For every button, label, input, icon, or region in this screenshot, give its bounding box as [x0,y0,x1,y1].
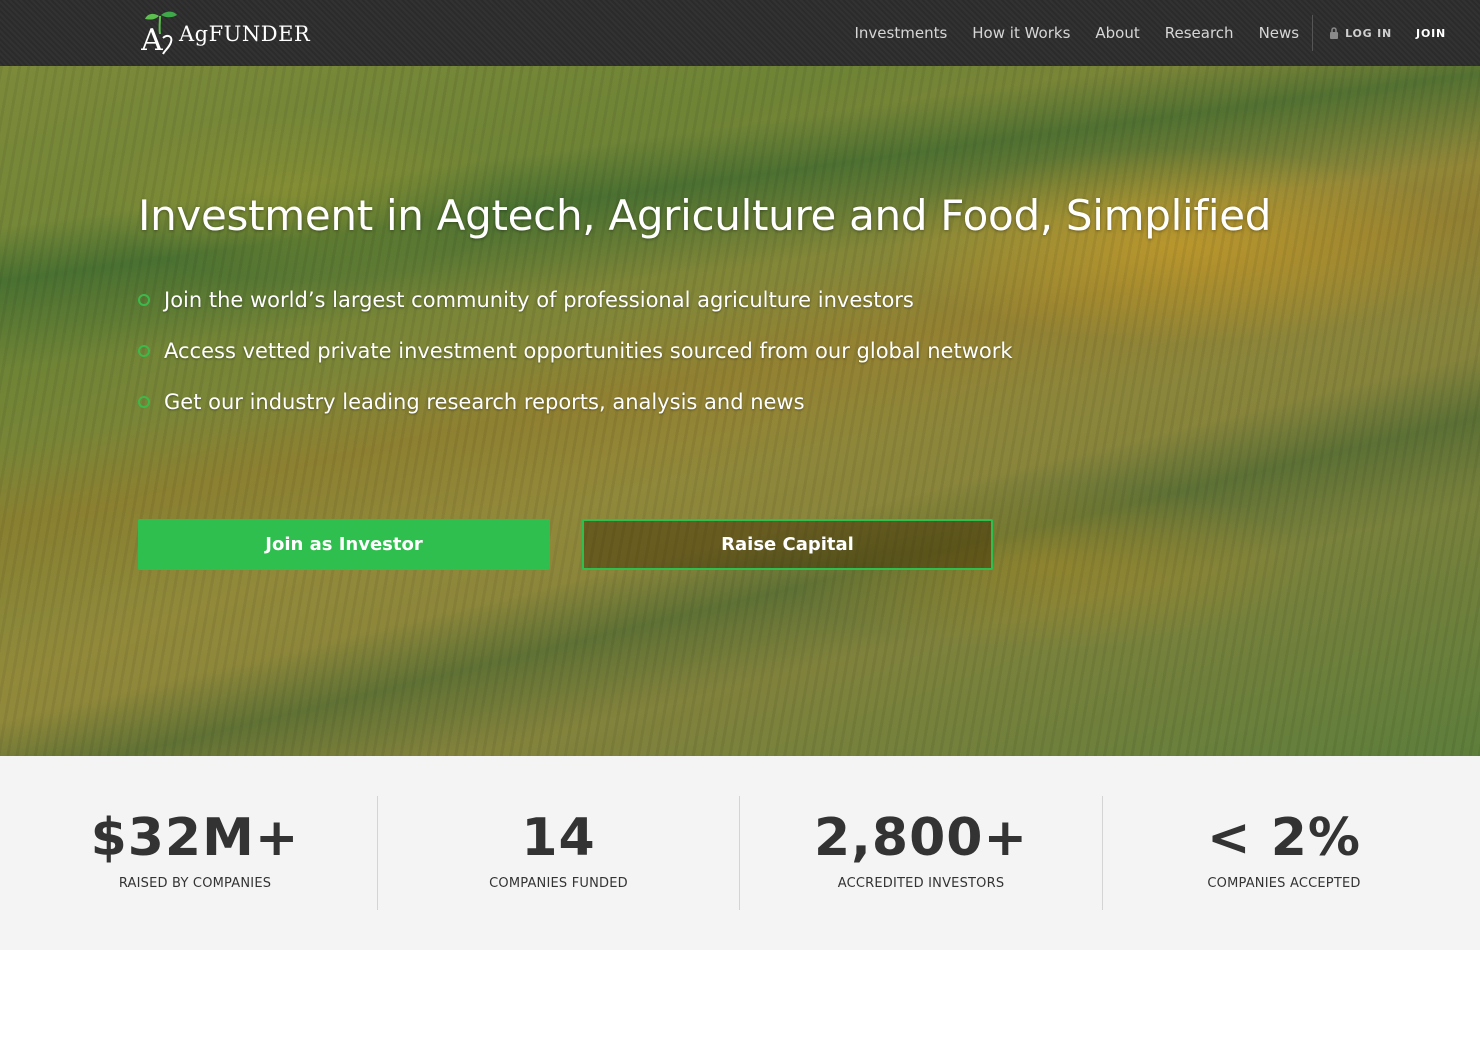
join-link[interactable]: JOIN [1416,27,1446,40]
stat-value: $32M+ [90,808,300,868]
nav-divider [1312,15,1314,51]
nav-investments[interactable]: Investments [855,24,948,42]
bullet-text: Get our industry leading research report… [164,389,805,414]
bullet-circle-icon [138,344,150,357]
stat-companies-accepted: < 2% COMPANIES ACCEPTED [1103,796,1465,910]
login-label: LOG IN [1345,26,1393,40]
stat-raised: $32M+ RAISED BY COMPANIES [14,796,376,910]
stat-label: COMPANIES ACCEPTED [1207,876,1361,891]
stat-companies-funded: 14 COMPANIES FUNDED [378,796,739,910]
nav-news[interactable]: News [1259,24,1300,42]
hero-bullet: Get our industry leading research report… [138,376,1013,427]
nav-links: Investments How it Works About Research … [855,0,1480,66]
agfunder-logo[interactable]: A AgFUNDER [141,10,310,56]
stat-value: < 2% [1207,808,1361,868]
hero-bullet-list: Join the world’s largest community of pr… [138,274,1013,427]
stats-bar: $32M+ RAISED BY COMPANIES 14 COMPANIES F… [0,756,1480,950]
stat-value: 2,800+ [813,808,1029,868]
nav-research[interactable]: Research [1165,24,1234,42]
lock-icon [1330,27,1339,39]
bullet-text: Access vetted private investment opportu… [164,338,1013,363]
raise-capital-button[interactable]: Raise Capital [582,519,993,570]
bullet-text: Join the world’s largest community of pr… [164,287,914,312]
top-navbar: A AgFUNDER Investments How it Works Abou… [0,0,1480,66]
logo-text: AgFUNDER [179,22,311,46]
bullet-circle-icon [138,293,150,306]
hero-bullet: Join the world’s largest community of pr… [138,274,1013,325]
nav-about[interactable]: About [1095,24,1139,42]
stat-label: ACCREDITED INVESTORS [837,876,1005,891]
stat-value: 14 [521,808,596,868]
stat-accredited-investors: 2,800+ ACCREDITED INVESTORS [740,796,1102,910]
stat-label: COMPANIES FUNDED [489,876,628,891]
stat-label: RAISED BY COMPANIES [118,876,272,891]
hero-headline: Investment in Agtech, Agriculture and Fo… [138,191,1272,240]
hero-bullet: Access vetted private investment opportu… [138,325,1013,376]
hero-section: Investment in Agtech, Agriculture and Fo… [0,66,1480,756]
bullet-circle-icon [138,395,150,408]
svg-text:A: A [141,23,163,56]
nav-how-it-works[interactable]: How it Works [972,24,1070,42]
login-link[interactable]: LOG IN [1329,27,1392,40]
join-as-investor-button[interactable]: Join as Investor [138,519,550,570]
